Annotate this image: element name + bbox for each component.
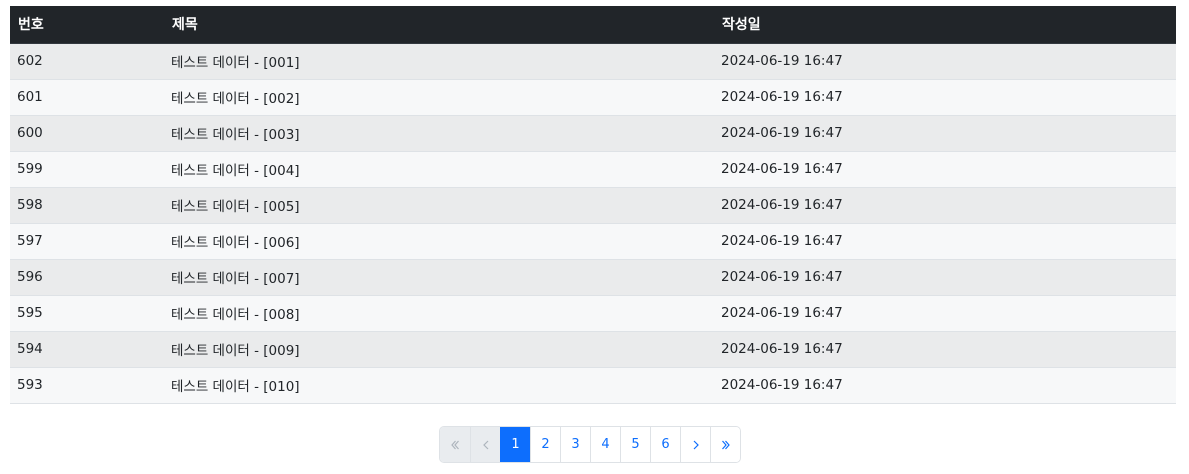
page-button-4[interactable]: 4 [590, 427, 620, 462]
chevron-left-icon [482, 440, 488, 449]
first-page-button[interactable] [440, 427, 470, 462]
row-title[interactable]: 테스트 데이터 - [005] [164, 187, 714, 223]
page-button-5[interactable]: 5 [620, 427, 650, 462]
row-date: 2024-06-19 16:47 [721, 197, 843, 213]
chevron-right-icon [693, 440, 699, 449]
row-title[interactable]: 테스트 데이터 - [002] [164, 79, 714, 115]
row-title[interactable]: 테스트 데이터 - [007] [164, 259, 714, 295]
double-chevron-right-icon [721, 440, 730, 449]
row-date: 2024-06-19 16:47 [721, 341, 843, 357]
row-date: 2024-06-19 16:47 [721, 377, 843, 393]
column-header-number: 번호 [10, 6, 164, 44]
last-page-button[interactable] [710, 427, 740, 462]
row-title[interactable]: 테스트 데이터 - [008] [164, 295, 714, 331]
row-title[interactable]: 테스트 데이터 - [003] [164, 115, 714, 151]
row-number: 595 [17, 305, 43, 321]
row-date: 2024-06-19 16:47 [721, 89, 843, 105]
table-row[interactable]: 599 테스트 데이터 - [004] 2024-06-19 16:47 [10, 151, 1176, 187]
table-row[interactable]: 597 테스트 데이터 - [006] 2024-06-19 16:47 [10, 223, 1176, 259]
row-date: 2024-06-19 16:47 [721, 53, 843, 69]
table-row[interactable]: 595 테스트 데이터 - [008] 2024-06-19 16:47 [10, 295, 1176, 331]
row-number: 597 [17, 233, 43, 249]
row-number: 598 [17, 197, 43, 213]
row-number: 599 [17, 161, 43, 177]
table-header: 번호 제목 작성일 [10, 6, 1176, 44]
row-number: 593 [17, 377, 43, 393]
row-date: 2024-06-19 16:47 [721, 305, 843, 321]
row-date: 2024-06-19 16:47 [721, 233, 843, 249]
row-date: 2024-06-19 16:47 [721, 161, 843, 177]
post-table: 번호 제목 작성일 602 테스트 데이터 - [001] 2024-06-19… [10, 6, 1176, 404]
row-number: 596 [17, 269, 43, 285]
row-number: 594 [17, 341, 43, 357]
row-number: 600 [17, 125, 43, 141]
table-header-row: 번호 제목 작성일 [10, 6, 1176, 44]
row-title[interactable]: 테스트 데이터 - [001] [164, 43, 714, 79]
table-row[interactable]: 598 테스트 데이터 - [005] 2024-06-19 16:47 [10, 187, 1176, 223]
page-button-3[interactable]: 3 [560, 427, 590, 462]
table-row[interactable]: 601 테스트 데이터 - [002] 2024-06-19 16:47 [10, 79, 1176, 115]
row-date: 2024-06-19 16:47 [721, 269, 843, 285]
row-date: 2024-06-19 16:47 [721, 125, 843, 141]
prev-page-button[interactable] [470, 427, 500, 462]
page-button-6[interactable]: 6 [650, 427, 680, 462]
next-page-button[interactable] [680, 427, 710, 462]
row-title[interactable]: 테스트 데이터 - [006] [164, 223, 714, 259]
row-number: 601 [17, 89, 43, 105]
row-number: 602 [17, 53, 43, 69]
table-row[interactable]: 602 테스트 데이터 - [001] 2024-06-19 16:47 [10, 43, 1176, 79]
table-row[interactable]: 600 테스트 데이터 - [003] 2024-06-19 16:47 [10, 115, 1176, 151]
column-header-title: 제목 [164, 6, 714, 44]
table-body: 602 테스트 데이터 - [001] 2024-06-19 16:47 601… [10, 43, 1176, 403]
row-title[interactable]: 테스트 데이터 - [004] [164, 151, 714, 187]
column-header-date: 작성일 [714, 6, 1176, 44]
page-button-1[interactable]: 1 [500, 427, 530, 462]
page-button-2[interactable]: 2 [530, 427, 560, 462]
pagination: 1 2 3 4 5 6 [439, 426, 741, 463]
row-title[interactable]: 테스트 데이터 - [010] [164, 367, 714, 403]
table-row[interactable]: 593 테스트 데이터 - [010] 2024-06-19 16:47 [10, 367, 1176, 403]
board-page: 번호 제목 작성일 602 테스트 데이터 - [001] 2024-06-19… [0, 0, 1189, 474]
table-row[interactable]: 596 테스트 데이터 - [007] 2024-06-19 16:47 [10, 259, 1176, 295]
row-title[interactable]: 테스트 데이터 - [009] [164, 331, 714, 367]
double-chevron-left-icon [451, 440, 459, 449]
table-row[interactable]: 594 테스트 데이터 - [009] 2024-06-19 16:47 [10, 331, 1176, 367]
